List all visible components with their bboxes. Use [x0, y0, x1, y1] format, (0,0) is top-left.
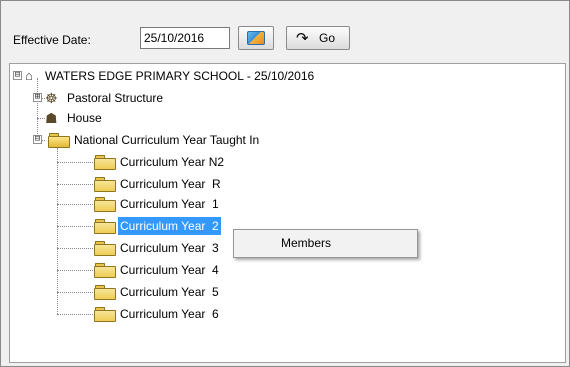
tree-connector	[57, 248, 95, 249]
school-icon: ⌂	[25, 68, 33, 83]
folder-icon	[94, 219, 116, 234]
folder-icon	[48, 133, 70, 148]
tree-node-house[interactable]: ☗ House	[32, 109, 232, 127]
tree-node-curriculum-year[interactable]: Curriculum Year 4	[94, 261, 294, 279]
tree-node-label: Curriculum Year 1	[120, 197, 219, 211]
collapse-icon[interactable]: ⊟	[13, 71, 22, 80]
tree-connector	[57, 162, 95, 163]
house-icon: ☗	[45, 110, 58, 126]
tree-connector	[57, 184, 95, 185]
go-button-label: Go	[319, 31, 336, 45]
collapse-icon[interactable]: ⊟	[33, 135, 42, 144]
tree-connector	[57, 148, 58, 314]
effective-date-label: Effective Date:	[13, 33, 91, 47]
context-menu: Members	[233, 229, 418, 258]
tree-node-curriculum-year[interactable]: Curriculum Year 1	[94, 195, 294, 213]
go-arrow-icon: ↷	[296, 30, 309, 47]
tree-connector	[57, 270, 95, 271]
tree-connector	[57, 226, 95, 227]
tree-node-label: Curriculum Year N2	[120, 155, 225, 169]
tree-node-label: WATERS EDGE PRIMARY SCHOOL - 25/10/2016	[45, 69, 315, 83]
tree-connector	[57, 314, 95, 315]
tree-node-label: Curriculum Year 5	[120, 285, 219, 299]
tree-node-pastoral-structure[interactable]: ⊞ ☸ Pastoral Structure	[32, 89, 232, 107]
tree-node-label: Curriculum Year 6	[120, 307, 219, 321]
calendar-button[interactable]	[238, 26, 274, 50]
folder-icon	[94, 263, 116, 278]
calendar-icon	[247, 31, 265, 45]
tree-node-curriculum-year[interactable]: Curriculum Year 6	[94, 305, 294, 323]
tree-node-national-curriculum[interactable]: ⊟ National Curriculum Year Taught In	[32, 131, 332, 149]
expand-icon[interactable]: ⊞	[33, 93, 42, 102]
context-menu-item-members[interactable]: Members	[236, 232, 415, 255]
window-frame: Effective Date: 25/10/2016 ↷ Go ⊟ ⌂ WATE…	[0, 0, 570, 367]
folder-icon	[94, 307, 116, 322]
structure-tree[interactable]: ⊟ ⌂ WATERS EDGE PRIMARY SCHOOL - 25/10/2…	[9, 63, 566, 363]
tree-node-label: Curriculum Year R	[120, 177, 221, 191]
tree-node-label: Curriculum Year 3	[120, 241, 219, 255]
tree-node-curriculum-year[interactable]: Curriculum Year 5	[94, 283, 294, 301]
tree-node-curriculum-year[interactable]: Curriculum Year N2	[94, 153, 294, 171]
tree-node-label: Curriculum Year 4	[120, 263, 219, 277]
people-icon: ☸	[45, 90, 58, 106]
tree-connector	[57, 292, 95, 293]
tree-node-curriculum-year[interactable]: Curriculum Year R	[94, 175, 294, 193]
effective-date-input[interactable]: 25/10/2016	[140, 27, 230, 49]
tree-node-label: House	[67, 111, 102, 125]
folder-icon	[94, 241, 116, 256]
folder-icon	[94, 177, 116, 192]
folder-icon	[94, 197, 116, 212]
go-button[interactable]: ↷ Go	[286, 26, 350, 50]
tree-node-label: Curriculum Year 2	[118, 217, 221, 235]
context-menu-item-label: Members	[281, 236, 332, 250]
folder-icon	[94, 285, 116, 300]
tree-connector	[57, 204, 95, 205]
tree-node-root[interactable]: ⊟ ⌂ WATERS EDGE PRIMARY SCHOOL - 25/10/2…	[12, 67, 432, 85]
folder-icon	[94, 155, 116, 170]
tree-node-label: National Curriculum Year Taught In	[74, 133, 260, 147]
tree-node-label: Pastoral Structure	[67, 91, 164, 105]
